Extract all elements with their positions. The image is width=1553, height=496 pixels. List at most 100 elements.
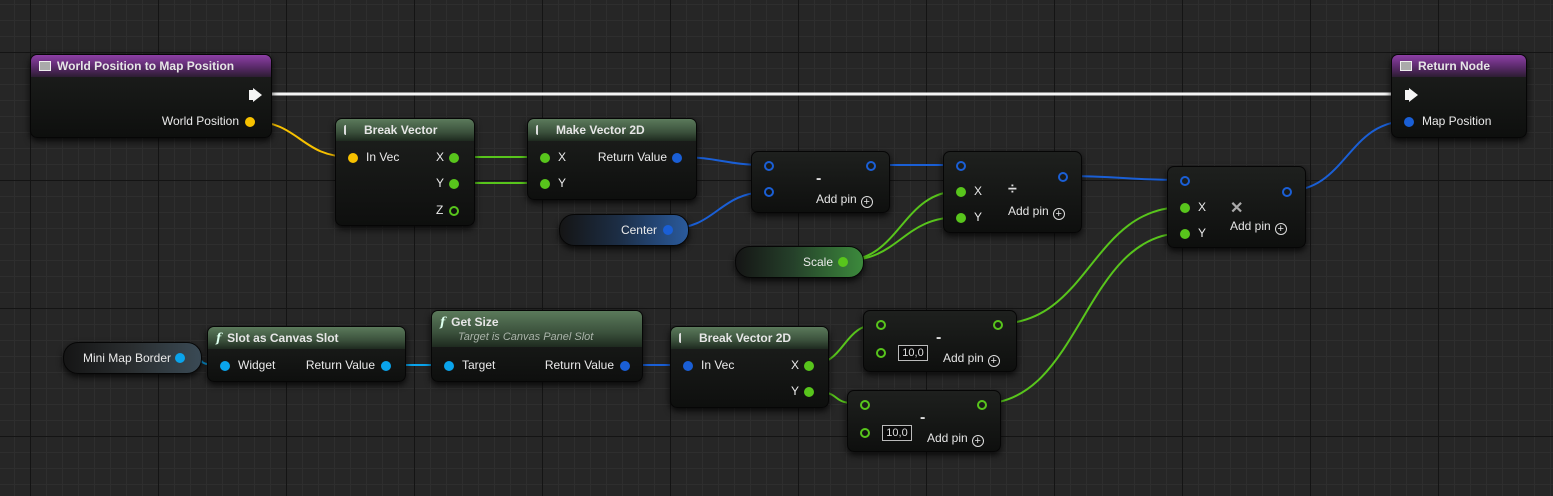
subtract-float-x-node[interactable]: 10,0 - Add pin + — [863, 310, 1017, 372]
add-pin-button[interactable]: Add pin + — [816, 192, 873, 208]
divide-symbol: ÷ — [1008, 181, 1017, 198]
node-header: Return Node — [1392, 55, 1526, 77]
multiply-y-pin[interactable] — [1180, 229, 1190, 239]
y-output-pin[interactable] — [449, 179, 459, 189]
function-entry-icon — [1400, 61, 1412, 71]
function-icon: f — [216, 331, 222, 345]
make-vector-2d-node[interactable]: Make Vector 2D X Y Return Value — [527, 118, 697, 200]
pin-label-return-value: Return Value — [305, 358, 375, 372]
exec-output-pin[interactable] — [249, 88, 262, 102]
pin-label-y: Y — [1198, 226, 1207, 240]
variable-label-scale: Scale — [802, 255, 833, 269]
divide-node[interactable]: X Y ÷ Add pin + — [943, 151, 1082, 233]
add-pin-label: Add pin — [943, 351, 984, 365]
subtract-node[interactable]: - Add pin + — [751, 151, 890, 213]
subtract-input-b-pin[interactable] — [764, 187, 774, 197]
multiply-input-a-pin[interactable] — [1180, 176, 1190, 186]
pin-label-target: Target — [462, 358, 496, 372]
multiply-node[interactable]: X Y ✕ Add pin + — [1167, 166, 1306, 248]
subtract-input-a-pin[interactable] — [876, 320, 886, 330]
pin-label-in-vec: In Vec — [701, 358, 735, 372]
exec-input-pin[interactable] — [1405, 88, 1418, 102]
subtract-input-a-pin[interactable] — [860, 400, 870, 410]
add-pin-icon: + — [860, 196, 873, 208]
subtract-input-b-pin[interactable] — [860, 428, 870, 438]
pin-label-x: X — [436, 150, 445, 164]
multiply-output-pin[interactable] — [1282, 187, 1292, 197]
pin-label-return-value: Return Value — [544, 358, 614, 372]
pin-label-y: Y — [974, 210, 983, 224]
pin-label-widget: Widget — [238, 358, 276, 372]
subtract-symbol: - — [816, 170, 822, 187]
z-output-pin[interactable] — [449, 206, 459, 216]
divide-y-pin[interactable] — [956, 213, 966, 223]
add-pin-button[interactable]: Add pin + — [927, 431, 984, 447]
multiply-x-pin[interactable] — [1180, 203, 1190, 213]
mini-map-border-variable-node[interactable]: Mini Map Border — [63, 342, 202, 374]
break-vector-2d-node[interactable]: Break Vector 2D In Vec X Y — [670, 326, 829, 408]
get-size-node[interactable]: f Get Size Target is Canvas Panel Slot Tar… — [431, 310, 643, 382]
add-pin-icon: + — [971, 435, 984, 447]
function-entry-node[interactable]: World Position to Map Position World Pos… — [30, 54, 272, 138]
subtract-input-b-pin[interactable] — [876, 348, 886, 358]
add-pin-button[interactable]: Add pin + — [943, 351, 1000, 367]
pin-label-map-position: Map Position — [1422, 114, 1492, 128]
return-value-pin[interactable] — [381, 361, 391, 371]
add-pin-icon: + — [1052, 208, 1065, 220]
node-header: World Position to Map Position — [31, 55, 271, 77]
variable-label-mini-map-border: Mini Map Border — [82, 351, 171, 365]
add-pin-icon: + — [987, 355, 1000, 367]
pin-label-return-value: Return Value — [597, 150, 667, 164]
add-pin-label: Add pin — [927, 431, 968, 445]
subtract-symbol: - — [920, 409, 926, 426]
break-vector-node[interactable]: Break Vector In Vec X Y Z — [335, 118, 475, 226]
pin-label-z: Z — [436, 203, 444, 217]
target-input-pin[interactable] — [444, 361, 454, 371]
add-pin-button[interactable]: Add pin + — [1230, 219, 1287, 235]
add-pin-button[interactable]: Add pin + — [1008, 204, 1065, 220]
add-pin-label: Add pin — [1008, 204, 1049, 218]
in-vec-pin[interactable] — [683, 361, 693, 371]
value-field[interactable]: 10,0 — [882, 425, 912, 441]
x-output-pin[interactable] — [804, 361, 814, 371]
multiply-symbol: ✕ — [1230, 200, 1244, 217]
subtract-input-a-pin[interactable] — [764, 161, 774, 171]
value-field[interactable]: 10,0 — [898, 345, 928, 361]
center-output-pin[interactable] — [663, 225, 673, 235]
node-header: Break Vector — [336, 119, 474, 141]
map-position-pin[interactable] — [1404, 117, 1414, 127]
subtract-float-y-node[interactable]: 10,0 - Add pin + — [847, 390, 1001, 452]
return-value-pin[interactable] — [620, 361, 630, 371]
node-header: f Slot as Canvas Slot — [208, 327, 405, 349]
break-icon — [679, 333, 693, 343]
y-output-pin[interactable] — [804, 387, 814, 397]
return-node[interactable]: Return Node Map Position — [1391, 54, 1527, 138]
subtract-output-pin[interactable] — [993, 320, 1003, 330]
subtract-output-pin[interactable] — [977, 400, 987, 410]
pin-label-y: Y — [436, 176, 445, 190]
node-title: Break Vector 2D — [699, 331, 792, 345]
scale-variable-node[interactable]: Scale — [735, 246, 864, 278]
divide-x-pin[interactable] — [956, 187, 966, 197]
divide-output-pin[interactable] — [1058, 172, 1068, 182]
scale-output-pin[interactable] — [838, 257, 848, 267]
y-input-pin[interactable] — [540, 179, 550, 189]
slot-as-canvas-slot-node[interactable]: f Slot as Canvas Slot Widget Return Value — [207, 326, 406, 382]
node-header: f Get Size Target is Canvas Panel Slot — [432, 311, 642, 347]
return-value-pin[interactable] — [672, 153, 682, 163]
pin-label-x: X — [558, 150, 567, 164]
x-input-pin[interactable] — [540, 153, 550, 163]
center-variable-node[interactable]: Center — [559, 214, 689, 246]
mini-map-border-output-pin[interactable] — [175, 353, 185, 363]
in-vec-pin[interactable] — [348, 153, 358, 163]
widget-input-pin[interactable] — [220, 361, 230, 371]
divide-input-a-pin[interactable] — [956, 161, 966, 171]
subtract-output-pin[interactable] — [866, 161, 876, 171]
pin-label-y: Y — [791, 384, 800, 398]
pin-label-x: X — [1198, 200, 1207, 214]
node-subtitle: Target is Canvas Panel Slot — [458, 331, 594, 343]
node-title: World Position to Map Position — [57, 59, 235, 73]
function-icon: f — [440, 315, 446, 329]
x-output-pin[interactable] — [449, 153, 459, 163]
world-position-pin[interactable] — [245, 117, 255, 127]
